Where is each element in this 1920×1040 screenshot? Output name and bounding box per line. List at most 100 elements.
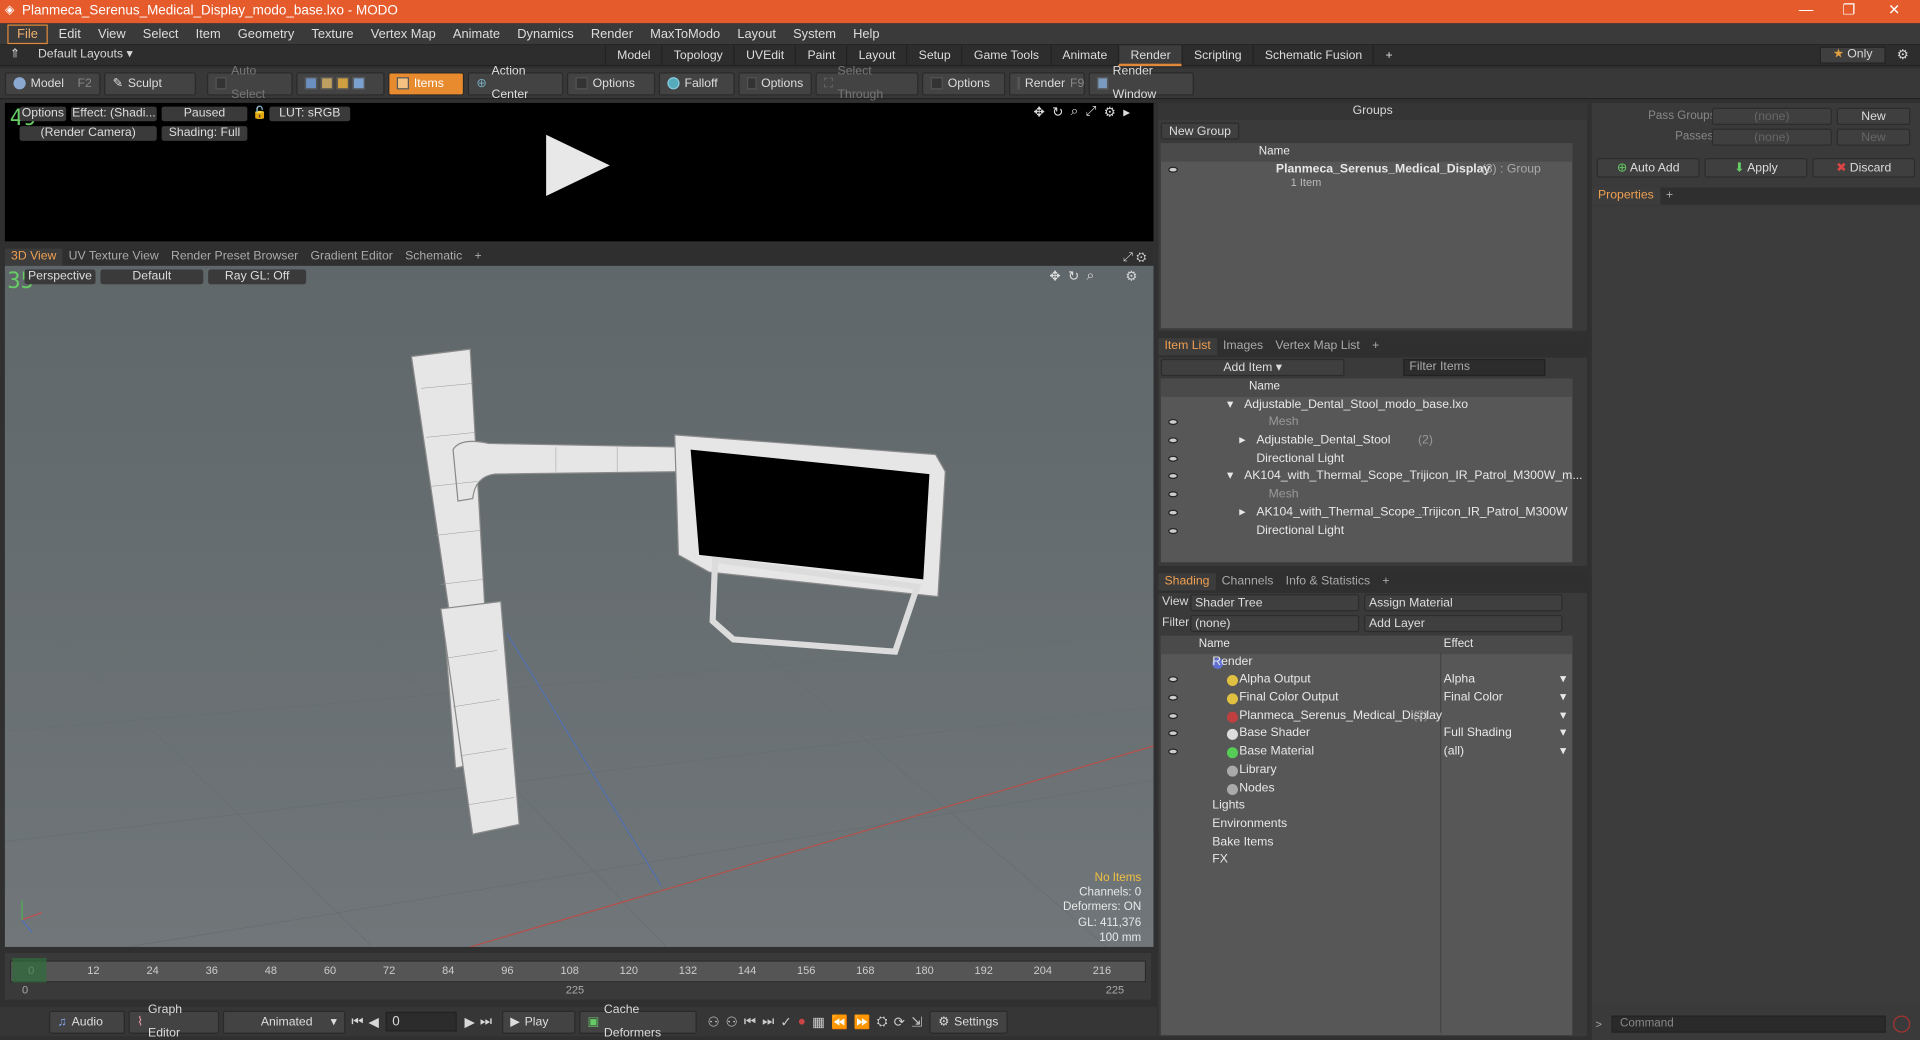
visibility-eye-icon[interactable]: [1168, 455, 1178, 462]
item-row[interactable]: ▾ AK104_with_Thermal_Scope_Trijicon_IR_P…: [1161, 468, 1583, 486]
tab-images[interactable]: Images: [1217, 338, 1269, 355]
tab-3d-view[interactable]: 3D View: [4, 248, 63, 266]
jump-end-icon[interactable]: ⏩: [854, 1014, 871, 1030]
menu-dynamics[interactable]: Dynamics: [509, 23, 583, 45]
item-row[interactable]: Mesh: [1161, 486, 1572, 504]
layout-arrow-icon[interactable]: ⇑: [10, 48, 20, 61]
menu-render[interactable]: Render: [582, 23, 641, 45]
tab-info-statistics[interactable]: Info & Statistics: [1280, 573, 1377, 590]
tab-vertex-map-list[interactable]: Vertex Map List: [1269, 338, 1366, 355]
assign-material-dropdown[interactable]: Assign Material: [1364, 594, 1563, 612]
prev-key-icon[interactable]: ⏮: [744, 1014, 756, 1030]
group-row[interactable]: Planmeca_Serenus_Medical_Display (3) : G…: [1161, 161, 1572, 193]
view-tabs-gear-icon[interactable]: ⤢ ⚙: [1123, 251, 1153, 264]
tab-gradient-editor[interactable]: Gradient Editor: [304, 249, 399, 266]
tab-uv-texture-view[interactable]: UV Texture View: [63, 249, 165, 266]
shader-effect[interactable]: Full Shading: [1444, 726, 1512, 744]
visibility-eye-icon[interactable]: [1168, 473, 1178, 480]
render-options-button[interactable]: Options: [19, 106, 67, 122]
sync-icon[interactable]: ⛭: [877, 1014, 888, 1030]
visibility-eye-icon[interactable]: [1168, 694, 1178, 701]
select-through-options-button[interactable]: Options: [922, 71, 1006, 95]
chevron-down-icon[interactable]: ▾: [1560, 726, 1566, 744]
apply-button[interactable]: ⬇ Apply: [1704, 158, 1808, 178]
chevron-down-icon[interactable]: ▾: [1560, 690, 1566, 708]
shader-row[interactable]: Alpha Output Alpha ▾: [1161, 672, 1572, 690]
next-frame-icon[interactable]: ▶: [462, 1014, 477, 1030]
chevron-down-icon[interactable]: ▾: [1560, 672, 1566, 690]
command-status-icon[interactable]: [1893, 1015, 1911, 1033]
key-all-icon[interactable]: ⚇: [726, 1014, 738, 1030]
auto-key-icon[interactable]: ✓: [780, 1014, 791, 1030]
cache-deformers-button[interactable]: ▣ Cache Deformers: [578, 1003, 697, 1040]
tab-uvedit[interactable]: UVEdit: [733, 45, 795, 67]
menu-geometry[interactable]: Geometry: [229, 23, 303, 45]
audio-button[interactable]: ♫ Audio: [48, 1010, 125, 1034]
new-pass-button[interactable]: New: [1836, 128, 1911, 146]
menu-item[interactable]: Item: [187, 23, 229, 45]
render-button[interactable]: Render F9: [1008, 71, 1085, 95]
key-filter-icon[interactable]: ▦: [812, 1014, 825, 1030]
visibility-eye-icon[interactable]: [1168, 712, 1178, 719]
auto-add-button[interactable]: ⊕ Auto Add: [1596, 158, 1700, 178]
loop-icon[interactable]: ⟳: [894, 1014, 905, 1030]
lock-icon[interactable]: 🔓: [252, 107, 267, 120]
render-menu-icon[interactable]: ▸: [1123, 104, 1130, 120]
tab-shading[interactable]: Shading: [1158, 573, 1216, 591]
menu-file[interactable]: File: [7, 23, 48, 44]
maximize-view-icon[interactable]: ⤢: [1086, 104, 1097, 120]
add-shading-tab-icon[interactable]: +: [1376, 573, 1395, 590]
visibility-eye-icon[interactable]: [1168, 509, 1178, 516]
visibility-eye-icon[interactable]: [1168, 527, 1178, 534]
gear-icon[interactable]: ⚙: [1897, 47, 1909, 63]
visibility-eye-icon[interactable]: [1168, 748, 1178, 755]
action-center-options-button[interactable]: Options: [566, 71, 656, 95]
paused-toggle[interactable]: Paused: [161, 106, 248, 122]
timeline-ruler[interactable]: 0122436486072849610812013214415616818019…: [9, 960, 1147, 983]
shader-row[interactable]: Library: [1161, 762, 1572, 780]
item-row[interactable]: ▾ Adjustable_Dental_Stool_modo_base.lxo: [1161, 397, 1572, 415]
tab-scripting[interactable]: Scripting: [1181, 45, 1253, 67]
settings-button[interactable]: ⚙ Settings: [929, 1010, 1009, 1034]
menu-view[interactable]: View: [89, 23, 134, 45]
effect-dropdown[interactable]: Effect: (Shadi...: [71, 106, 157, 122]
menu-texture[interactable]: Texture: [303, 23, 362, 45]
shader-row[interactable]: Lights: [1161, 798, 1572, 816]
action-center-button[interactable]: ⊕ Action Center: [467, 65, 564, 102]
3d-viewport[interactable]: 35 Perspective Default Ray GL: Off ✥ ↻ ⌕…: [4, 265, 1154, 947]
close-icon[interactable]: ✕: [1876, 1, 1913, 18]
shader-effect[interactable]: Alpha: [1444, 672, 1475, 690]
expand-arrow-icon[interactable]: ▾: [1227, 468, 1233, 486]
add-view-tab-icon[interactable]: +: [468, 249, 487, 266]
expand-arrow-icon[interactable]: ▸: [1239, 504, 1245, 522]
menu-layout[interactable]: Layout: [729, 23, 785, 45]
shader-row[interactable]: Base Shader Full Shading ▾: [1161, 726, 1572, 744]
next-key-icon[interactable]: ⏭: [762, 1014, 774, 1030]
view-dropdown[interactable]: Shader Tree: [1190, 594, 1360, 612]
chevron-down-icon[interactable]: ▾: [1560, 744, 1566, 762]
new-group-button[interactable]: New Group: [1160, 122, 1240, 140]
sculpt-button[interactable]: ✎ Sculpt: [104, 71, 196, 95]
tab-channels[interactable]: Channels: [1216, 573, 1280, 590]
current-frame-marker[interactable]: [12, 957, 47, 983]
tab-setup[interactable]: Setup: [906, 45, 961, 67]
tab-properties[interactable]: Properties: [1591, 187, 1660, 205]
visibility-eye-icon[interactable]: [1168, 437, 1178, 444]
menu-system[interactable]: System: [785, 23, 845, 45]
move-view-icon[interactable]: ✥: [1033, 104, 1044, 120]
tab-render-preset-browser[interactable]: Render Preset Browser: [165, 249, 305, 266]
jump-start-icon[interactable]: ⏪: [831, 1014, 848, 1030]
item-row[interactable]: ▸ Adjustable_Dental_Stool (2): [1161, 433, 1572, 451]
filter-dropdown[interactable]: (none): [1190, 614, 1360, 633]
maximize-icon[interactable]: ❐: [1831, 1, 1868, 18]
pass-groups-dropdown[interactable]: (none): [1711, 107, 1832, 125]
shader-row[interactable]: Planmeca_Serenus_Medical_Display (2)... ▾: [1161, 708, 1572, 726]
menu-animate[interactable]: Animate: [444, 23, 508, 45]
menu-select[interactable]: Select: [134, 23, 187, 45]
shading-dropdown[interactable]: Shading: Full: [161, 126, 248, 141]
add-list-tab-icon[interactable]: +: [1366, 338, 1385, 355]
tab-animate[interactable]: Animate: [1050, 45, 1118, 67]
shader-effect[interactable]: (all): [1444, 744, 1464, 762]
shader-row[interactable]: Final Color Output Final Color ▾: [1161, 690, 1572, 708]
play-button[interactable]: ▶ Play: [501, 1010, 576, 1034]
